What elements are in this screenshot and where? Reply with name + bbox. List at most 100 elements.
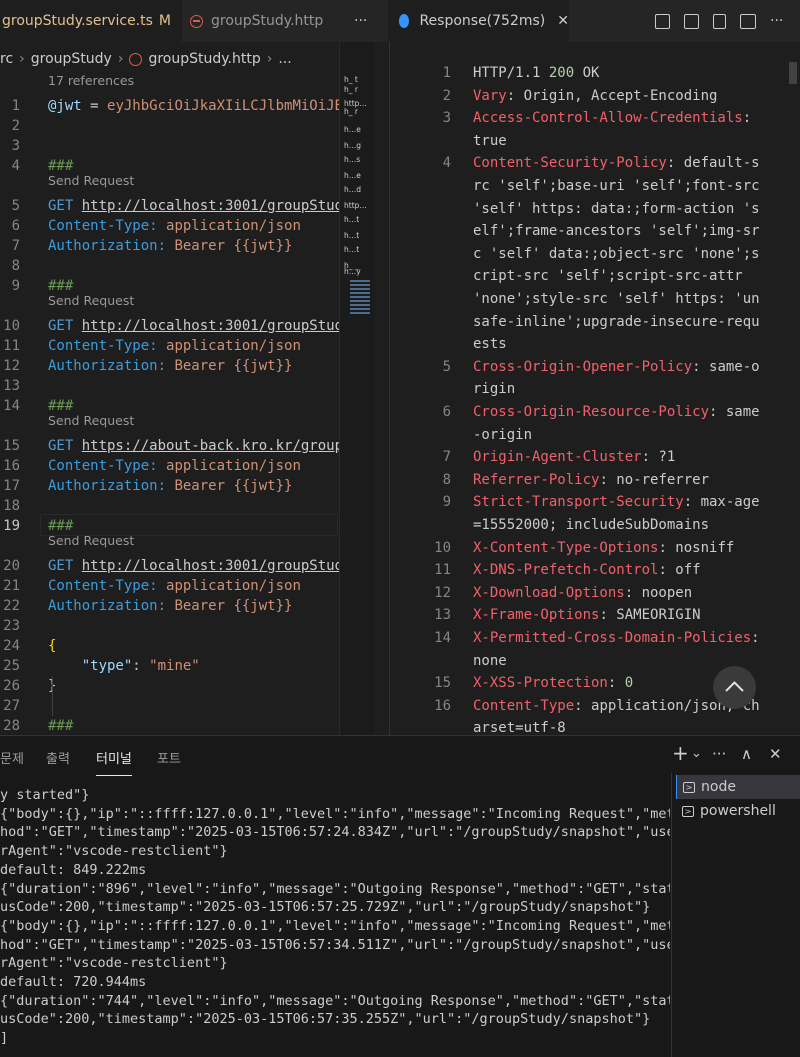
- line-number: 14: [3, 398, 20, 414]
- more-actions-icon[interactable]: ···: [770, 13, 783, 29]
- maximize-panel-icon[interactable]: ∧: [741, 745, 752, 763]
- send-request-link[interactable]: Send Request: [48, 293, 134, 309]
- close-icon[interactable]: ✕: [557, 13, 569, 29]
- copy-icon[interactable]: [713, 13, 726, 29]
- minimap[interactable]: h_ t h_ r http… h_ r h…e h…g h…s h…e h…d http… h…t…: [339, 42, 374, 735]
- line-number: 16: [3, 458, 20, 474]
- line-text: rigin: [473, 378, 515, 400]
- token-meth: GET: [48, 198, 82, 214]
- chevron-right-icon: ›: [266, 51, 273, 67]
- tab-terminal[interactable]: 터미널: [96, 748, 132, 776]
- token-key: Access-Control-Allow-Credentials: [473, 110, 743, 127]
- token-hkey: :: [157, 478, 175, 494]
- close-panel-icon[interactable]: ✕: [769, 745, 782, 763]
- split-editor-icon[interactable]: [740, 13, 756, 29]
- minimap-line: h_ t: [344, 75, 358, 84]
- send-request-link[interactable]: Send Request: [48, 173, 134, 189]
- token-plain: : SAMEORIGIN: [599, 607, 701, 624]
- terminal-item-powershell[interactable]: > powershell: [676, 799, 800, 823]
- line-number: 3: [11, 138, 20, 154]
- right-tab-bar: Response(752ms) ✕ ···: [389, 0, 800, 42]
- terminal-label: node: [701, 779, 736, 795]
- line-number: 22: [3, 598, 20, 614]
- response-scrollbar[interactable]: [789, 62, 797, 84]
- line-number: 5: [11, 198, 20, 214]
- token-plain: : nosniff: [658, 539, 735, 556]
- breadcrumb-item[interactable]: groupStudy: [31, 51, 112, 67]
- editor-scrollbar[interactable]: [374, 42, 388, 735]
- tab-output[interactable]: 출력: [46, 748, 70, 767]
- token-plain: OK: [574, 65, 600, 81]
- token-plain: rc 'self';base-uri 'self';font-src: [473, 178, 760, 194]
- tab-problems[interactable]: 문제: [0, 748, 24, 767]
- token-key: Referrer-Policy: [473, 471, 600, 488]
- minimap-line: h_ r: [344, 85, 358, 94]
- line-text: "type": "mine": [48, 656, 200, 676]
- line-text: ###: [48, 716, 73, 735]
- terminal-item-node[interactable]: > node: [676, 775, 800, 799]
- token-url[interactable]: http://localhost:3001/groupStud: [82, 558, 343, 574]
- line-number: 17: [3, 478, 20, 494]
- scroll-to-top-button[interactable]: [713, 666, 756, 709]
- terminal-output[interactable]: y started"} {"body":{},"ip":"::ffff:127.0…: [0, 786, 670, 1057]
- token-hval: application/json: [166, 338, 301, 354]
- more-actions-icon[interactable]: ···: [354, 0, 367, 42]
- token-num: 200: [548, 65, 575, 81]
- token-key: Strict-Transport-Security: [473, 494, 684, 511]
- tab-ports[interactable]: 포트: [157, 748, 181, 767]
- line-text: ests: [473, 333, 507, 355]
- chevron-down-icon[interactable]: ⌄: [691, 746, 702, 761]
- token-plain: 'none';style-src 'self' https: 'un: [473, 291, 760, 307]
- line-number: 6: [11, 218, 20, 234]
- line-text: Content-Type: application/json: [48, 576, 301, 596]
- line-number: 26: [3, 678, 20, 694]
- minimap-line: h…t: [344, 215, 360, 224]
- minimap-line: h…d: [344, 185, 362, 194]
- send-request-link[interactable]: Send Request: [48, 533, 134, 549]
- breadcrumb-item[interactable]: groupStudy.http: [148, 51, 260, 67]
- terminal-label: powershell: [700, 803, 776, 819]
- terminal-line: usCode":200,"timestamp":"2025-03-15T06:5…: [0, 1011, 651, 1028]
- minimap-line: h…t: [344, 245, 360, 254]
- tab-response[interactable]: Response(752ms) ✕: [389, 0, 569, 42]
- tab-groupstudy-service-ts[interactable]: groupStudy.service.ts M: [0, 0, 182, 42]
- token-plain: safe-inline';upgrade-insecure-requ: [473, 313, 760, 330]
- http-file-editor[interactable]: rc › groupStudy › groupStudy.http › ... …: [0, 42, 388, 735]
- line-number: 4: [442, 155, 451, 172]
- token-cmt: ###: [48, 158, 74, 174]
- layout-icon[interactable]: [684, 13, 699, 29]
- line-text: GET http://localhost:3001/groupStud: [48, 556, 343, 576]
- breadcrumb-item[interactable]: ...: [278, 51, 291, 67]
- more-actions-icon[interactable]: ···: [712, 745, 726, 763]
- token-key: X-Download-Options: [473, 584, 625, 601]
- terminal-line: hod":"GET","timestamp":"2025-03-15T06:57…: [0, 936, 670, 953]
- references-codelens[interactable]: 17 references: [48, 73, 134, 89]
- token-url[interactable]: https://about-back.kro.kr/group: [82, 438, 343, 454]
- new-terminal-icon[interactable]: +: [672, 741, 689, 765]
- tab-groupstudy-http[interactable]: groupStudy.http: [190, 0, 340, 42]
- terminal-list: > node > powershell: [671, 773, 800, 1057]
- line-text: X-DNS-Prefetch-Control: off: [473, 559, 701, 581]
- line-text: Referrer-Policy: no-referrer: [473, 469, 709, 491]
- minimap-code-block: [350, 280, 370, 316]
- line-text: @jwt = eyJhbGciOiJkaXIiLCJlbmMiOiJB: [48, 96, 343, 116]
- breadcrumb-item[interactable]: rc: [0, 51, 13, 67]
- token-meth: GET: [48, 558, 82, 574]
- token-hkey: Authorization: [48, 598, 158, 614]
- terminal-line: hod":"GET","timestamp":"2025-03-15T06:57…: [0, 824, 670, 841]
- send-request-link[interactable]: Send Request: [48, 413, 134, 429]
- save-icon[interactable]: [655, 13, 670, 29]
- token-url[interactable]: http://localhost:3001/groupStud: [82, 318, 343, 334]
- line-text: cript-src 'self';script-src-attr: [473, 265, 743, 287]
- line-number: 7: [11, 238, 20, 254]
- response-icon: [399, 14, 410, 28]
- token-key: X-XSS-Protection: [473, 675, 608, 692]
- token-hval: Bearer {{jwt}}: [174, 598, 293, 614]
- token-url[interactable]: http://localhost:3001/groupStud: [82, 198, 343, 214]
- token-brace: {: [48, 638, 57, 654]
- line-number: 8: [442, 471, 451, 488]
- token-key: Origin-Agent-Cluster: [473, 449, 642, 466]
- token-hkey: Authorization: [48, 358, 158, 374]
- terminal-line: default: 849.222ms: [0, 861, 147, 878]
- response-viewer[interactable]: 1 HTTP/1.1 200 OK 2 Vary: Origin, Accept-En…: [389, 42, 800, 735]
